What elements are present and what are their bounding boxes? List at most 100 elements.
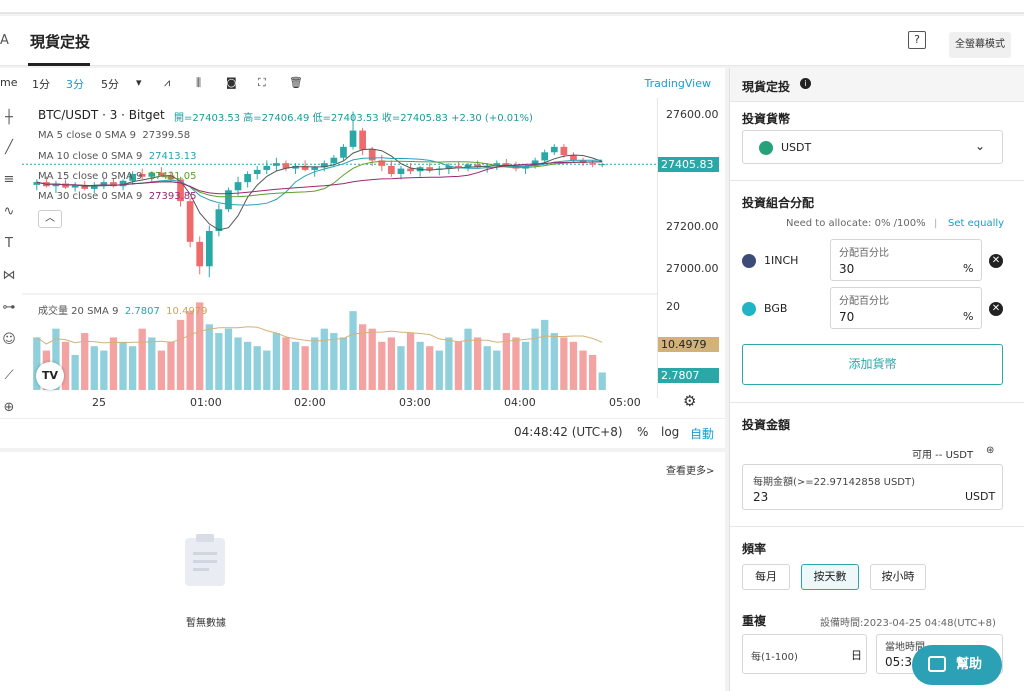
- amount-input[interactable]: 每期金額(>=22.97142858 USDT) 23 USDT: [742, 464, 1003, 510]
- current-price-tag: 27405.83: [658, 157, 719, 172]
- time-label: 03:00: [399, 396, 431, 409]
- candle-type-icon[interactable]: ⫼: [196, 76, 201, 90]
- volume-bar: [464, 328, 472, 390]
- info-icon[interactable]: i: [800, 78, 811, 89]
- ma30-label: MA 30 close 0 SMA 9 27393.85: [38, 191, 197, 202]
- divider: [730, 526, 1024, 527]
- chevron-down-icon: ⌄: [975, 139, 986, 153]
- candle-body: [330, 157, 338, 164]
- volume-bar: [301, 346, 309, 390]
- form-title: 現貨定投: [742, 80, 791, 94]
- camera-icon[interactable]: ◙: [226, 76, 237, 89]
- repeat-interval-input[interactable]: 每(1-100) 日: [742, 634, 867, 674]
- volume-bar: [358, 324, 367, 390]
- volume-bar: [349, 311, 357, 390]
- volume-scale-label: 20: [666, 300, 680, 313]
- candle-body: [388, 165, 395, 174]
- auto-toggle[interactable]: 自動: [690, 425, 714, 442]
- allocation-coin-name: BGB: [764, 302, 788, 315]
- drawing-tools: ┼ ╱ ≡ ∿ T ⋈ ⊶ ☺ ⟋ ⊕: [0, 98, 22, 415]
- pattern-icon[interactable]: ⋈: [0, 268, 18, 284]
- invest-coin-select[interactable]: USDT ⌄: [742, 130, 1003, 164]
- set-equally-link[interactable]: Set equally: [948, 218, 1004, 229]
- fullscreen-button[interactable]: 全螢幕模式: [949, 32, 1011, 58]
- volume-bar: [473, 337, 482, 390]
- percent-toggle[interactable]: %: [637, 425, 648, 439]
- tradingview-logo[interactable]: TV: [36, 362, 64, 390]
- chat-icon: [928, 656, 946, 672]
- volume-bar: [445, 337, 453, 390]
- tradingview-link[interactable]: TradingView: [645, 77, 711, 90]
- price-label: 27600.00: [666, 108, 719, 121]
- time-label: 05:00: [609, 396, 641, 409]
- text-icon[interactable]: T: [0, 236, 18, 252]
- trendline-icon[interactable]: ╱: [0, 140, 18, 156]
- allocation-unit: %: [963, 310, 974, 323]
- price-scale[interactable]: 27600.00 27200.00 27000.00 27405.83 20 1…: [657, 98, 725, 398]
- refresh-icon[interactable]: ⊛: [986, 445, 994, 456]
- candle-body: [215, 209, 223, 231]
- help-button[interactable]: 幫助: [912, 645, 1002, 685]
- candle-body: [550, 146, 558, 153]
- clipboard-icon: [185, 534, 225, 586]
- device-time: 設備時間:2023-04-25 04:48(UTC+8): [820, 618, 996, 629]
- fullscreen-icon[interactable]: ⛶: [258, 76, 266, 90]
- volume-bar: [454, 341, 463, 390]
- dca-form-panel: 現貨定投 i 投資貨幣 USDT ⌄ 投資組合分配 Need to alloca…: [729, 68, 1024, 691]
- page-header: A 現貨定投 ? 全螢幕模式: [0, 16, 1024, 66]
- candle-body: [205, 231, 213, 267]
- time-axis[interactable]: 25 01:00 02:00 03:00 04:00 05:00: [22, 390, 657, 410]
- emoji-icon[interactable]: ☺: [0, 332, 18, 348]
- volume-bar: [90, 346, 98, 390]
- interval-1m[interactable]: 1分: [32, 76, 50, 92]
- chart-status-bar: 04:48:42 (UTC+8) % log 自動: [0, 418, 725, 448]
- freq-hourly[interactable]: 按小時: [870, 564, 926, 590]
- freq-monthly[interactable]: 每月: [742, 564, 790, 590]
- chart-panel: me 1分 3分 5分 ▾ ⩘ ⫼ ◙ ⛶ 🗑 TradingView ┼ ╱ …: [0, 68, 725, 448]
- allocation-input-1inch[interactable]: 分配百分比 30 %: [830, 239, 982, 281]
- brush-icon[interactable]: ∿: [0, 204, 18, 220]
- volume-bar: [512, 337, 520, 390]
- divider: [730, 180, 1024, 181]
- toolbar-fragment[interactable]: me: [0, 76, 17, 89]
- clock-label: 04:48:42 (UTC+8): [514, 425, 623, 439]
- candle-body: [541, 152, 549, 161]
- need-allocate-text: Need to allocate: 0% /100%: [786, 218, 926, 229]
- measure-icon[interactable]: ⊶: [0, 300, 18, 316]
- ruler-icon[interactable]: ⟋: [0, 368, 18, 384]
- question-box-icon[interactable]: ?: [908, 31, 926, 49]
- indicators-icon[interactable]: ⩘: [164, 76, 170, 90]
- price-chart[interactable]: [22, 98, 657, 390]
- candle-body: [263, 165, 271, 170]
- trash-icon[interactable]: 🗑: [289, 76, 303, 89]
- log-toggle[interactable]: log: [661, 425, 679, 439]
- selected-coin: USDT: [781, 141, 812, 154]
- interval-3m[interactable]: 3分: [66, 76, 84, 92]
- crosshair-icon[interactable]: ┼: [0, 110, 18, 126]
- view-more-link[interactable]: 查看更多>: [666, 462, 714, 477]
- horizontal-lines-icon[interactable]: ≡: [0, 172, 18, 188]
- candle-body: [186, 201, 194, 242]
- allocation-input-bgb[interactable]: 分配百分比 70 %: [830, 287, 982, 329]
- volume-bar: [541, 319, 549, 390]
- tab-fragment[interactable]: A: [0, 33, 9, 48]
- legend-collapse-button[interactable]: ︿: [38, 210, 62, 228]
- volume-bar: [339, 337, 348, 390]
- chevron-down-icon[interactable]: ▾: [136, 76, 142, 89]
- add-coin-button[interactable]: 添加貨幣: [742, 344, 1003, 385]
- freq-daily[interactable]: 按天數: [801, 564, 859, 590]
- remove-coin-icon[interactable]: ✕: [989, 254, 1003, 268]
- volume-bar: [426, 346, 434, 390]
- volume-bar: [378, 341, 386, 390]
- remove-coin-icon[interactable]: ✕: [989, 302, 1003, 316]
- interval-5m[interactable]: 5分: [101, 76, 119, 92]
- page-title[interactable]: 現貨定投: [30, 31, 90, 52]
- volume-bar: [493, 350, 501, 390]
- frequency-label: 頻率: [742, 542, 767, 556]
- time-label: 04:00: [504, 396, 536, 409]
- zoom-icon[interactable]: ⊕: [0, 400, 18, 416]
- gear-icon[interactable]: ⚙: [683, 392, 696, 410]
- candle-body: [253, 169, 261, 174]
- usdt-coin-icon: [759, 141, 773, 155]
- orders-panel: 查看更多> 暫無數據: [0, 452, 725, 691]
